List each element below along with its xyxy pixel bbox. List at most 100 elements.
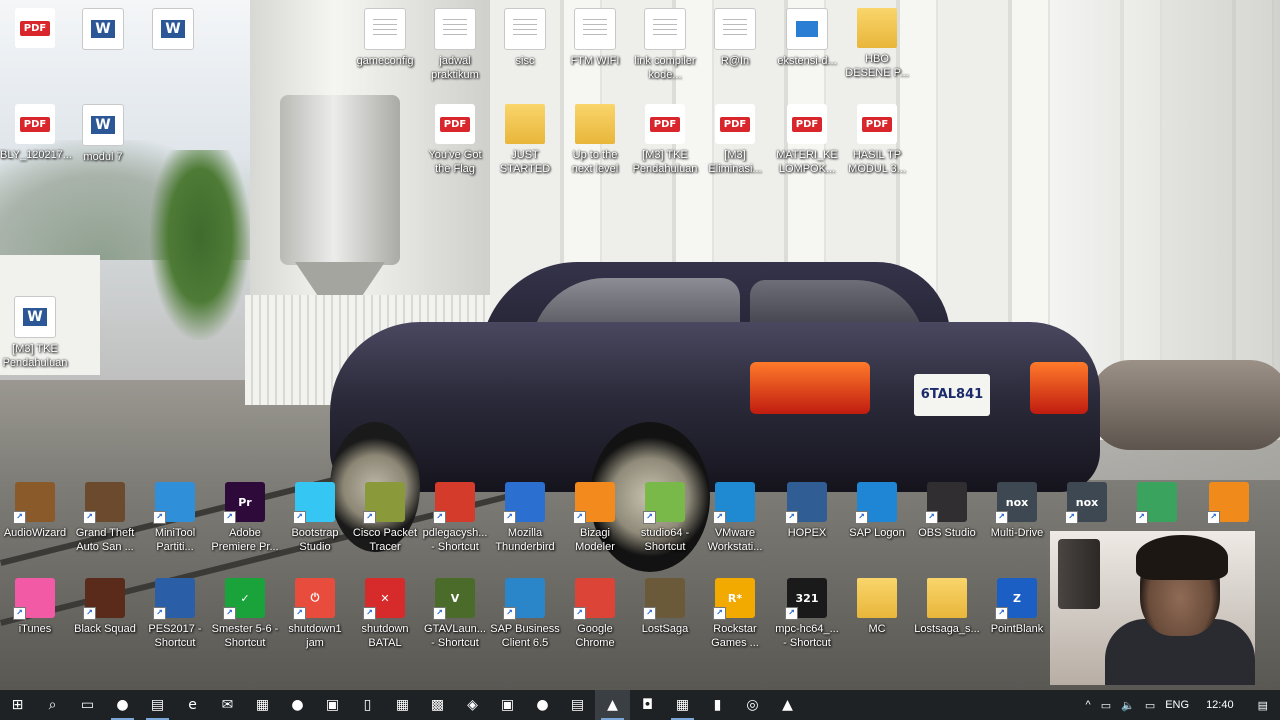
desktop-icon-pdf-hasil[interactable]: PDF HASIL TP MODUL 3... — [842, 104, 912, 176]
shortcut-arrow-icon: ↗ — [293, 607, 306, 620]
desktop-icon-pes2017[interactable]: ↗ PES2017 - Shortcut — [140, 578, 210, 650]
desktop-icon-mpchc[interactable]: 321 ↗ mpc-hc64_... - Shortcut — [772, 578, 842, 650]
taskbar-store-button[interactable]: ▦ — [245, 690, 280, 720]
desktop-icon-shutdown1jam[interactable]: ⏻ ↗ shutdown1 jam — [280, 578, 350, 650]
desktop-icon-chrome[interactable]: ↗ Google Chrome — [560, 578, 630, 650]
desktop-icon-file-rein[interactable]: R@In — [700, 8, 770, 68]
desktop-icon-itunes[interactable]: ↗ iTunes — [0, 578, 70, 636]
desktop-icon-rockstar[interactable]: R* ↗ Rockstar Games ... — [700, 578, 770, 650]
taskbar-calculator-button[interactable]: ▤ — [560, 690, 595, 720]
desktop-icon-label: HOPEX — [787, 527, 827, 539]
desktop-icon-pointblank[interactable]: Z ↗ PointBlank — [982, 578, 1052, 636]
desktop-icon-word-modul[interactable]: Wmodul 7 — [68, 104, 138, 164]
language-indicator[interactable]: ENG — [1160, 699, 1194, 711]
taskbar-app-18-button[interactable]: ◘ — [630, 690, 665, 720]
desktop-icon-nox[interactable]: nox ↗ — [1052, 482, 1122, 524]
taskbar-nox-button[interactable]: ▦ — [665, 690, 700, 720]
desktop-icon-label: AudioWizard — [3, 527, 67, 539]
desktop-icon-gta[interactable]: ↗ Grand Theft Auto San ... — [70, 482, 140, 554]
taskbar-obs-button[interactable]: ◎ — [735, 690, 770, 720]
taskbar-android-studio-button[interactable]: ▲ — [595, 690, 630, 720]
taskbar-app-11-button[interactable]: ▦ — [385, 690, 420, 720]
taskbar-mail-button[interactable]: ✉ — [210, 690, 245, 720]
desktop-icon-sapbusiness[interactable]: ↗ SAP Business Client 6.5 — [490, 578, 560, 650]
desktop-icon-smester[interactable]: ✓ ↗ Smester 5-6 - Shortcut — [210, 578, 280, 650]
desktop-icon-folder-desene[interactable]: HBO DESENE P... — [842, 8, 912, 80]
desktop-icon-pdf-flag[interactable]: PDF You've Got the Flag — [420, 104, 490, 176]
battery-icon[interactable]: ▭ — [1096, 699, 1116, 712]
taskbar-edge-button[interactable]: e — [175, 690, 210, 720]
desktop-icon-hopex[interactable]: ↗ HOPEX — [772, 482, 842, 540]
desktop-icon-word-1[interactable]: W — [68, 8, 138, 50]
desktop-icon-vmware[interactable]: ↗ VMware Workstati... — [700, 482, 770, 554]
desktop-icon-shutdownbatal[interactable]: ✕ ↗ shutdown BATAL — [350, 578, 420, 650]
taskbar-app-14-button[interactable]: ▣ — [490, 690, 525, 720]
desktop-icon-pdlegacy[interactable]: ↗ pdlegacysh... - Shortcut — [420, 482, 490, 554]
vlc-icon: ▲ — [782, 697, 793, 713]
desktop-icon-pdf-ke[interactable]: PDF MATERI_KE LOMPOK... — [772, 104, 842, 176]
desktop-icon-blacksquad[interactable]: ↗ Black Squad — [70, 578, 140, 636]
taskbar-buttons: ⊞ ⌕ ▭ ● ▤ e ✉ ▦ ● ▣ ▯ ▦ ▩ ◈ ▣ ● ▤ ▲ ◘ ▦ ▮ ◎ ▲ — [0, 690, 805, 720]
desktop-icon-lostsagafolder[interactable]: Lostsaga_s... — [912, 578, 982, 636]
desktop: 6TAL841 PDF W Wgameconfig jadwal praktikum s… — [0, 0, 1280, 690]
taskbar-cmd-button[interactable]: ▮ — [700, 690, 735, 720]
desktop-icon-multi2[interactable]: ↗ — [1122, 482, 1192, 524]
desktop-icon-saplogon[interactable]: ↗ SAP Logon — [842, 482, 912, 540]
desktop-icon-gameconfig[interactable]: gameconfig — [350, 8, 420, 68]
taskbar-app-9-button[interactable]: ▣ — [315, 690, 350, 720]
taskbar-line-button[interactable]: ● — [280, 690, 315, 720]
desktop-icon-file-sisc[interactable]: sisc — [490, 8, 560, 68]
taskbar-notepad-button[interactable]: ▯ — [350, 690, 385, 720]
taskbar-chrome-button[interactable]: ● — [105, 690, 140, 720]
taskbar-explorer-button[interactable]: ▤ — [140, 690, 175, 720]
desktop-icon-bizagi[interactable]: ↗ Bizagi Modeler — [560, 482, 630, 554]
taskbar-start-button[interactable]: ⊞ — [0, 690, 35, 720]
app-18-icon: ◘ — [641, 697, 654, 713]
clock[interactable]: 12:40 — [1194, 699, 1246, 711]
desktop-icon-word-m3[interactable]: W [M3] TKE Pendahuluan — [0, 296, 70, 370]
taskbar-spotify-button[interactable]: ● — [525, 690, 560, 720]
gta-icon: ↗ — [83, 482, 125, 524]
taskbar-vlc-button[interactable]: ▲ — [770, 690, 805, 720]
taskbar-task-view-button[interactable]: ▭ — [70, 690, 105, 720]
rockstar-icon: R* ↗ — [713, 578, 755, 620]
desktop-icon-premiere[interactable]: Pr ↗ Adobe Premiere Pr... — [210, 482, 280, 554]
desktop-icon-folder-started[interactable]: JUST STARTED — [490, 104, 560, 176]
desktop-icon-jadwal[interactable]: jadwal praktikum — [420, 8, 490, 82]
desktop-icon-word-2[interactable]: W — [138, 8, 208, 50]
desktop-icon-studio64[interactable]: ↗ studio64 - Shortcut — [630, 482, 700, 554]
desktop-icon-pdf-1[interactable]: PDF — [0, 8, 70, 48]
network-icon[interactable]: ▭ — [1140, 699, 1160, 712]
desktop-icon-mc[interactable]: MC — [842, 578, 912, 636]
desktop-icon-multidrive[interactable]: nox ↗ Multi-Drive — [982, 482, 1052, 540]
shortcut-arrow-icon: ↗ — [573, 511, 586, 524]
desktop-icon-folder-next[interactable]: Up to the next level — [560, 104, 630, 176]
tray-chevron-icon[interactable]: ^ — [1081, 699, 1096, 711]
nox-icon: ▦ — [675, 697, 690, 713]
desktop-icon-cisco[interactable]: ↗ Cisco Packet Tracer — [350, 482, 420, 554]
taskbar-app-12-button[interactable]: ▩ — [420, 690, 455, 720]
desktop-icon-label: VMware Workstati... — [707, 527, 763, 553]
desktop-icon-link-compiler[interactable]: link compiler kode... — [630, 8, 700, 82]
desktop-icon-label: You've Got the Flag — [428, 149, 482, 175]
desktop-icon-pdf-m3-1[interactable]: PDF [M3] TKE Pendahuluan — [630, 104, 700, 176]
desktop-icon-pdf-m3-2[interactable]: PDF [M3] Eliminasi... — [700, 104, 770, 176]
desktop-icon-vlc-desk[interactable]: ↗ — [1194, 482, 1264, 524]
volume-icon[interactable]: 🔈 — [1116, 699, 1140, 712]
desktop-icon-gtavlauncher[interactable]: V ↗ GTAVLaun... - Shortcut — [420, 578, 490, 650]
desktop-icon-label: Bootstrap Studio — [291, 527, 339, 553]
desktop-icon-label: Grand Theft Auto San ... — [75, 527, 135, 553]
taskbar-vscode-button[interactable]: ◈ — [455, 690, 490, 720]
desktop-icon-file-wifi[interactable]: FTM WIFI — [560, 8, 630, 68]
desktop-icon-lostsaga[interactable]: ↗ LostSaga — [630, 578, 700, 636]
notifications-icon[interactable]: ▤ — [1246, 699, 1280, 712]
desktop-icon-file-ekstensi[interactable]: ekstensi-d... — [772, 8, 842, 68]
desktop-icon-audiowizard[interactable]: ↗ AudioWizard — [0, 482, 70, 540]
taskbar-search-button[interactable]: ⌕ — [35, 690, 70, 720]
desktop-icon-pdf-bly[interactable]: PDF BLY_120217... — [0, 104, 72, 162]
desktop-icon-bootstrap[interactable]: ↗ Bootstrap Studio — [280, 482, 350, 554]
desktop-icon-obs[interactable]: ↗ OBS Studio — [912, 482, 982, 540]
text-file-icon — [574, 8, 616, 50]
desktop-icon-minitool[interactable]: ↗ MiniTool Partiti... — [140, 482, 210, 554]
desktop-icon-thunderbird[interactable]: ↗ Mozilla Thunderbird — [490, 482, 560, 554]
